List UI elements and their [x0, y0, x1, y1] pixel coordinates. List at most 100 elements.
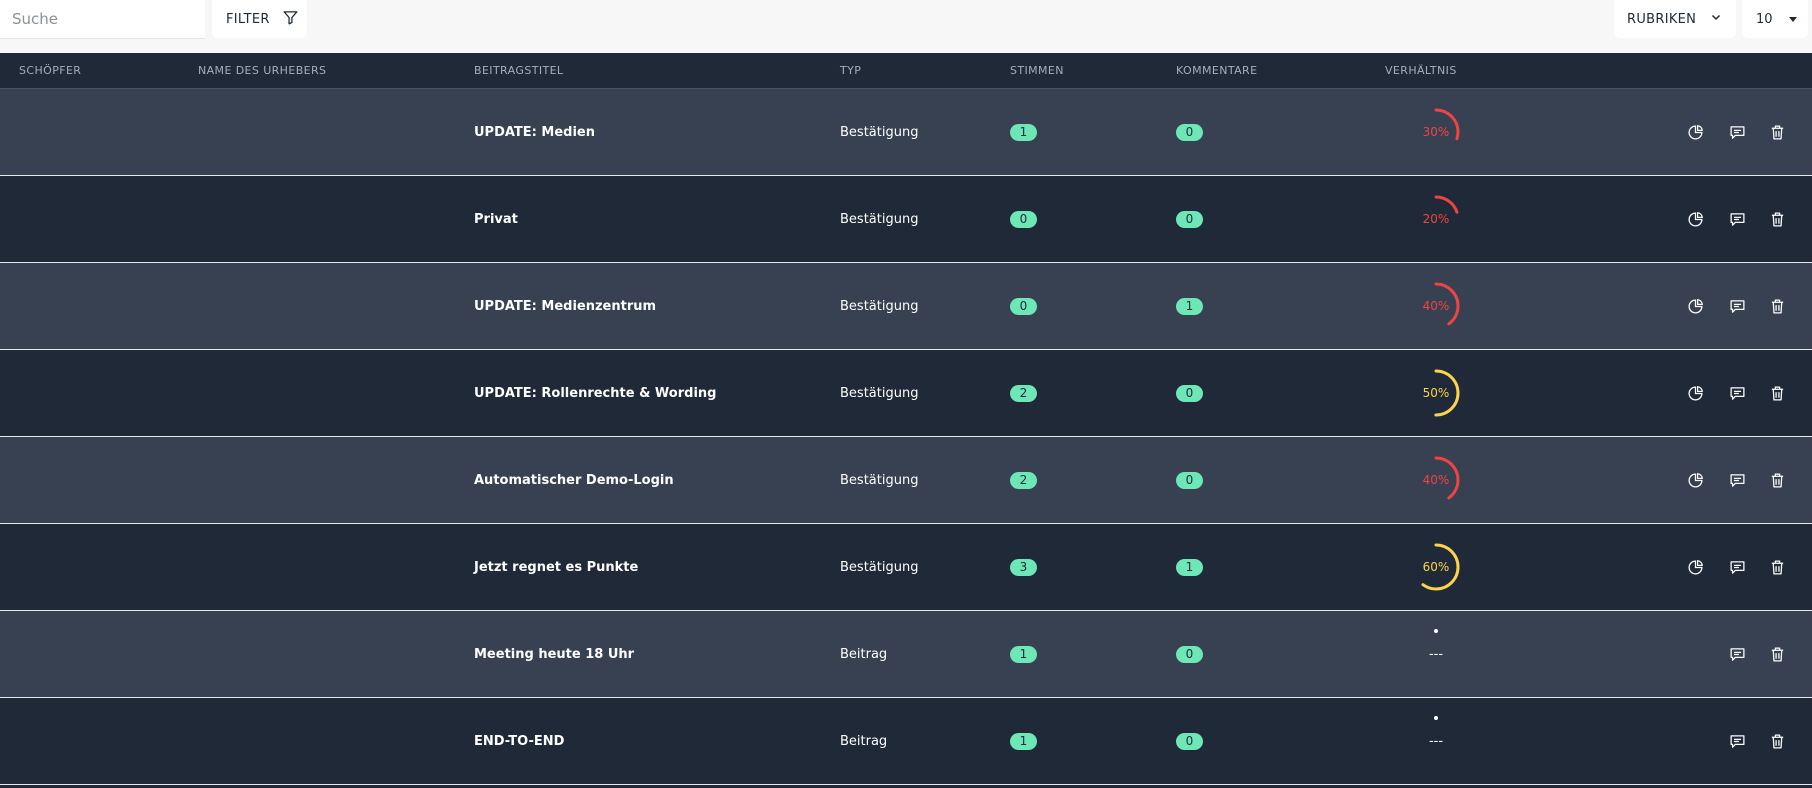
ratio-cell: 40%	[1386, 263, 1486, 349]
col-type[interactable]: TYP	[840, 53, 861, 89]
row-actions	[1652, 698, 1812, 784]
comment-icon[interactable]	[1728, 297, 1746, 315]
comment-icon[interactable]	[1728, 210, 1746, 228]
table-row[interactable]: UPDATE: Medienzentrum Bestätigung 0 1 40%	[0, 263, 1812, 350]
table-row[interactable]: Privat Bestätigung 0 0 20%	[0, 176, 1812, 263]
ratio-cell: 50%	[1386, 350, 1486, 436]
comment-icon[interactable]	[1728, 384, 1746, 402]
ratio-cell: ---	[1386, 698, 1486, 784]
comments-badge: 1	[1176, 297, 1203, 315]
table-row[interactable]: Meeting heute 18 Uhr Beitrag 1 0 ---	[0, 611, 1812, 698]
votes-cell: 1	[1010, 698, 1037, 784]
row-actions	[1652, 437, 1812, 523]
row-actions	[1652, 350, 1812, 436]
post-type: Bestätigung	[840, 298, 919, 314]
votes-badge: 2	[1010, 384, 1037, 402]
votes-badge: 2	[1010, 471, 1037, 489]
votes-cell: 0	[1010, 176, 1037, 262]
col-author-name[interactable]: NAME DES URHEBERS	[198, 53, 326, 89]
comment-icon[interactable]	[1728, 558, 1746, 576]
ratio-placeholder: ---	[1428, 733, 1444, 749]
filter-button[interactable]: FILTER	[212, 0, 307, 38]
ratio-percent: 20%	[1422, 212, 1450, 226]
post-title[interactable]: UPDATE: Medienzentrum	[474, 263, 656, 349]
table-row[interactable]: UPDATE: Medien Bestätigung 1 0 30%	[0, 89, 1812, 176]
pie-chart-icon[interactable]	[1686, 123, 1704, 141]
votes-cell: 1	[1010, 611, 1037, 697]
table-row[interactable]: UPDATE: Rollenrechte & Wording Bestätigun…	[0, 350, 1812, 437]
comment-icon[interactable]	[1728, 645, 1746, 663]
trash-icon[interactable]	[1768, 732, 1786, 750]
col-post-title[interactable]: BEITRAGSTITEL	[474, 53, 563, 89]
comments-cell: 0	[1176, 698, 1203, 784]
votes-cell: 3	[1010, 524, 1037, 610]
comments-badge: 0	[1176, 123, 1203, 141]
row-actions	[1652, 524, 1812, 610]
col-creator[interactable]: SCHÖPFER	[19, 53, 81, 89]
ratio-gauge: 30%	[1409, 105, 1463, 159]
comment-icon[interactable]	[1728, 123, 1746, 141]
post-type: Bestätigung	[840, 559, 919, 575]
trash-icon[interactable]	[1768, 471, 1786, 489]
ratio-cell: 40%	[1386, 437, 1486, 523]
table-row[interactable]: Automatischer Demo-Login Bestätigung 2 0 40…	[0, 437, 1812, 524]
post-type: Beitrag	[840, 646, 888, 662]
post-title[interactable]: Automatischer Demo-Login	[474, 437, 674, 523]
table-body: UPDATE: Medien Bestätigung 1 0 30% Privat Be…	[0, 89, 1812, 785]
trash-icon[interactable]	[1768, 384, 1786, 402]
comments-cell: 1	[1176, 263, 1203, 349]
comments-cell: 1	[1176, 524, 1203, 610]
trash-icon[interactable]	[1768, 645, 1786, 663]
col-votes[interactable]: STIMMEN	[1010, 53, 1064, 89]
pie-chart-icon[interactable]	[1686, 297, 1704, 315]
ratio-placeholder: ---	[1428, 646, 1444, 662]
post-title[interactable]: Privat	[474, 176, 518, 262]
search-input[interactable]: Suche	[0, 0, 205, 39]
ratio-gauge: 50%	[1409, 366, 1463, 420]
chevron-down-icon	[1710, 11, 1722, 27]
post-title[interactable]: END-TO-END	[474, 698, 564, 784]
page-size-value: 10	[1756, 11, 1773, 27]
trash-icon[interactable]	[1768, 297, 1786, 315]
comments-cell: 0	[1176, 89, 1203, 175]
pie-chart-icon[interactable]	[1686, 558, 1704, 576]
votes-badge: 0	[1010, 210, 1037, 228]
pie-chart-icon[interactable]	[1686, 471, 1704, 489]
votes-badge: 1	[1010, 732, 1037, 750]
ratio-percent: 30%	[1422, 125, 1450, 139]
post-title[interactable]: UPDATE: Medien	[474, 89, 595, 175]
comment-icon[interactable]	[1728, 732, 1746, 750]
comments-badge: 0	[1176, 732, 1203, 750]
post-type: Bestätigung	[840, 472, 919, 488]
votes-cell: 1	[1010, 89, 1037, 175]
comments-badge: 0	[1176, 471, 1203, 489]
comment-icon[interactable]	[1728, 471, 1746, 489]
row-actions	[1652, 176, 1812, 262]
ratio-percent: 50%	[1422, 386, 1450, 400]
ratio-empty: ---	[1409, 627, 1463, 681]
page-size-select[interactable]: 10	[1742, 0, 1808, 38]
post-title[interactable]: UPDATE: Rollenrechte & Wording	[474, 350, 716, 436]
comments-cell: 0	[1176, 437, 1203, 523]
post-title[interactable]: Jetzt regnet es Punkte	[474, 524, 638, 610]
trash-icon[interactable]	[1768, 123, 1786, 141]
trash-icon[interactable]	[1768, 210, 1786, 228]
table-row[interactable]: Jetzt regnet es Punkte Bestätigung 3 1 60%	[0, 524, 1812, 611]
votes-badge: 0	[1010, 297, 1037, 315]
comments-cell: 0	[1176, 176, 1203, 262]
filter-label: FILTER	[226, 11, 270, 27]
col-ratio[interactable]: VERHÄLTNIS	[1385, 53, 1457, 89]
comments-badge: 0	[1176, 384, 1203, 402]
post-title[interactable]: Meeting heute 18 Uhr	[474, 611, 634, 697]
table-row[interactable]: END-TO-END Beitrag 1 0 ---	[0, 698, 1812, 785]
post-type: Beitrag	[840, 733, 888, 749]
row-actions	[1652, 611, 1812, 697]
votes-badge: 1	[1010, 645, 1037, 663]
pie-chart-icon[interactable]	[1686, 210, 1704, 228]
pie-chart-icon[interactable]	[1686, 384, 1704, 402]
col-comments[interactable]: KOMMENTARE	[1176, 53, 1257, 89]
rubriken-dropdown[interactable]: RUBRIKEN	[1614, 0, 1736, 38]
table-header: SCHÖPFER NAME DES URHEBERS BEITRAGSTITEL…	[0, 53, 1812, 89]
search-placeholder: Suche	[12, 10, 59, 28]
trash-icon[interactable]	[1768, 558, 1786, 576]
